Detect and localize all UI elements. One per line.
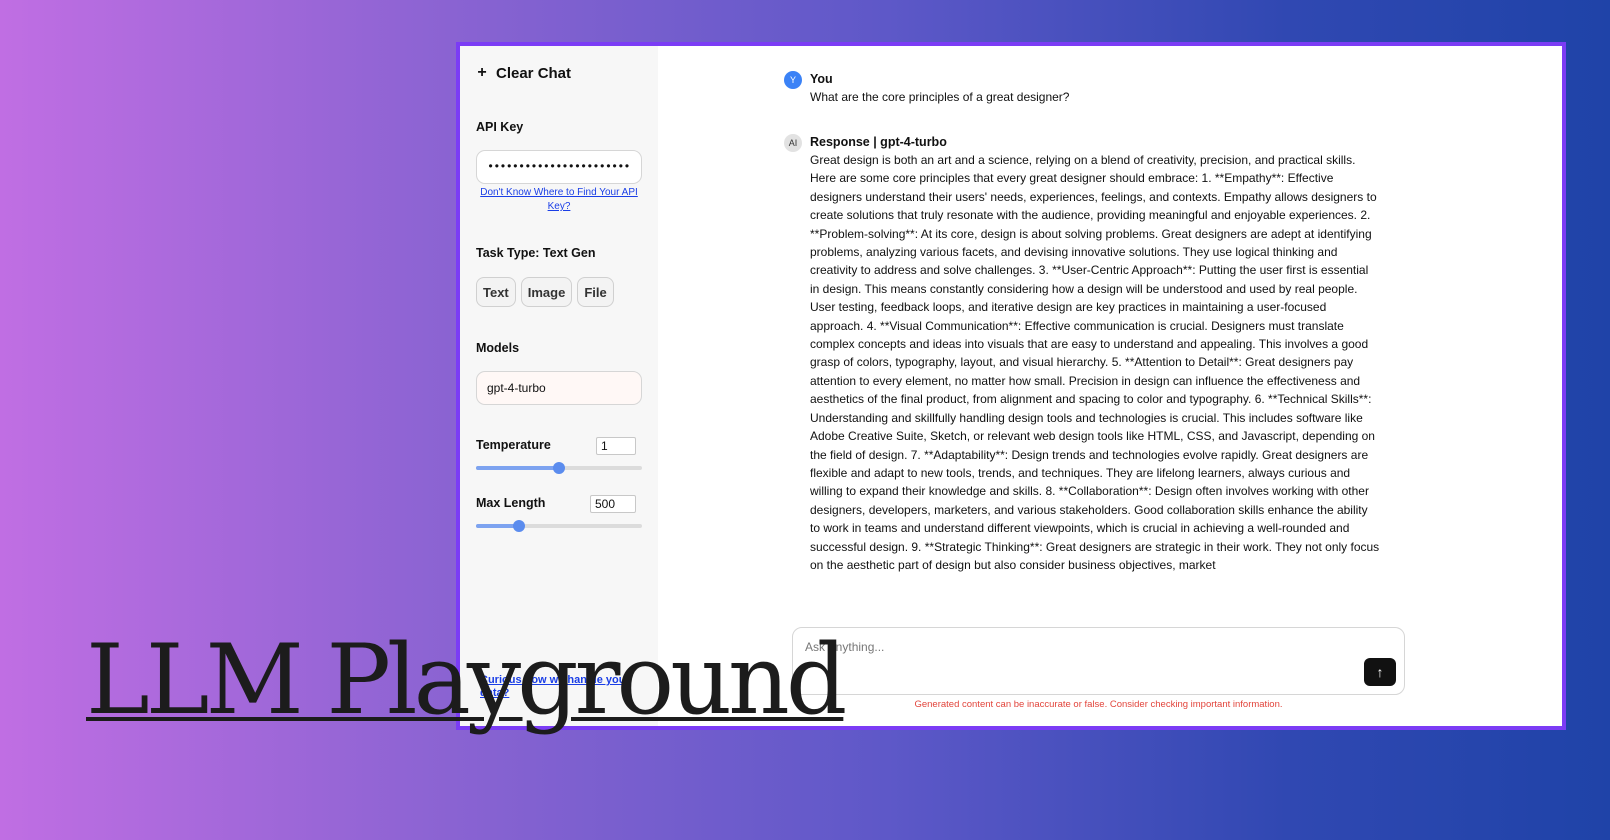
send-button[interactable]: ↑ [1364,658,1396,686]
disclaimer: Generated content can be inaccurate or f… [914,699,1283,710]
max-length-slider[interactable] [476,520,642,532]
user-message: Y You What are the core principles of a … [784,70,1380,106]
max-length-slider-thumb[interactable] [513,520,526,532]
temperature-slider-fill [476,466,559,470]
model-select-value: gpt-4-turbo [487,381,546,395]
user-message-text: What are the core principles of a great … [810,90,1070,104]
temperature-slider[interactable] [476,462,642,474]
task-type-label: Task Type: Text Gen [476,246,596,260]
max-length-label: Max Length [476,496,546,510]
task-text-button[interactable]: Text [476,277,516,307]
ai-avatar: AI [784,134,802,152]
response-message: AI Response | gpt-4-turbo Great design i… [784,133,1380,593]
response-text: Great design is both an art and a scienc… [810,153,1380,572]
api-key-label: API Key [476,120,524,134]
clear-chat-button[interactable]: + Clear Chat [476,64,571,82]
temperature-label: Temperature [476,438,551,452]
task-file-button[interactable]: File [577,277,614,307]
user-avatar: Y [784,71,802,89]
plus-icon: + [477,64,487,81]
temperature-slider-thumb[interactable] [553,462,565,474]
temperature-input[interactable] [596,437,636,455]
api-key-input[interactable] [476,150,642,184]
response-header: Response | gpt-4-turbo [810,135,947,149]
task-type-buttons: Text Image File [476,277,614,307]
chat-input[interactable] [805,640,1345,654]
clear-chat-label: Clear Chat [496,64,572,82]
model-select[interactable]: gpt-4-turbo [476,371,642,405]
hero-title: LLM Playground [86,624,847,736]
max-length-input[interactable] [590,495,636,513]
task-image-button[interactable]: Image [520,277,573,307]
models-label: Models [476,341,520,355]
chat-input-box: ↑ [792,627,1405,695]
user-name: You [810,72,833,86]
api-key-help-link[interactable]: Don't Know Where to Find Your API Key? [476,186,642,214]
arrow-up-icon: ↑ [1376,664,1384,680]
